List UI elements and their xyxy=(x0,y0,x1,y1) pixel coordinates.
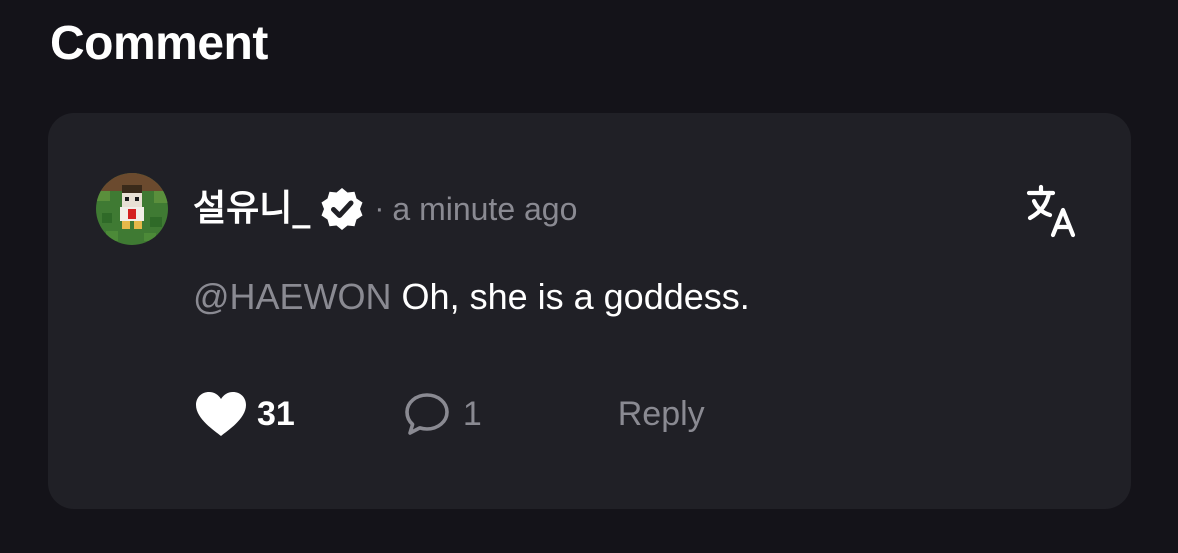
comment-body: @HAEWON Oh, she is a goddess. xyxy=(193,275,750,319)
comment-header: 설유니_ · a minute ago xyxy=(193,185,577,233)
timestamp: a minute ago xyxy=(392,190,578,227)
translate-button[interactable] xyxy=(1025,183,1081,239)
mention-link[interactable]: @HAEWON xyxy=(193,276,392,317)
comment-text: Oh, she is a goddess. xyxy=(391,276,750,317)
like-count: 31 xyxy=(257,394,295,433)
avatar[interactable] xyxy=(96,173,168,245)
meta-separator: · xyxy=(374,192,385,225)
reply-button[interactable]: Reply xyxy=(618,395,705,434)
section-title: Comment xyxy=(50,17,268,70)
speech-bubble-icon xyxy=(405,393,449,435)
verified-badge-icon xyxy=(318,185,366,233)
comment-page: Comment 설유니_ · a minute ago @HAEWON Oh, … xyxy=(0,0,1178,553)
username[interactable]: 설유니_ xyxy=(193,187,310,231)
pixel-character-avatar-icon xyxy=(96,173,168,245)
translate-icon xyxy=(1026,184,1076,238)
reply-count-button[interactable]: 1 xyxy=(403,390,482,438)
comment-card: 설유니_ · a minute ago @HAEWON Oh, she is a… xyxy=(48,113,1131,509)
comment-actions: 31 1 Reply xyxy=(193,389,705,439)
heart-icon xyxy=(196,392,246,436)
like-button[interactable]: 31 xyxy=(193,389,295,439)
reply-count: 1 xyxy=(462,394,482,433)
